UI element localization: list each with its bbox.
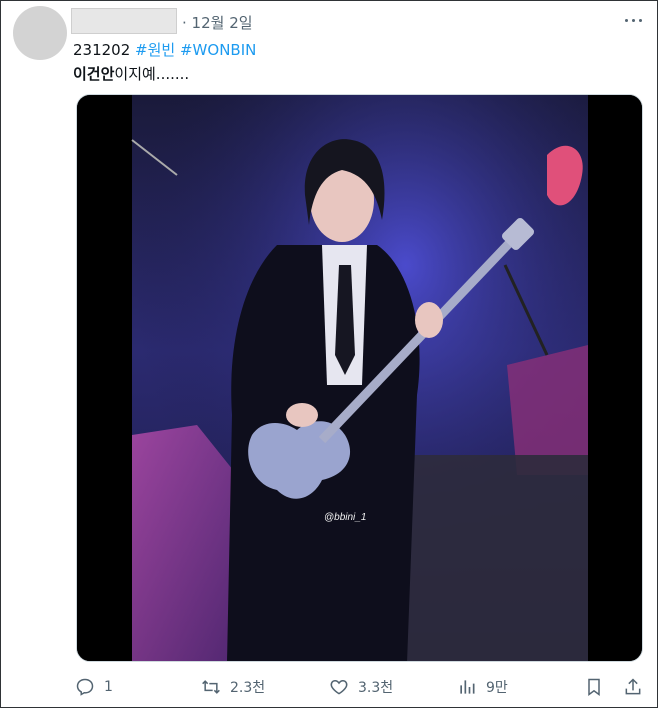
tweet-media-image[interactable]: @bbini_1 xyxy=(76,94,643,662)
reply-count: 1 xyxy=(104,679,113,695)
action-bar: 1 2.3천 3.3천 9만 xyxy=(1,673,658,703)
retweet-button[interactable]: 2.3천 xyxy=(201,673,265,701)
reply-icon xyxy=(76,678,94,696)
tweet-date[interactable]: · 12월 2일 xyxy=(182,12,253,33)
views-icon xyxy=(460,680,475,694)
share-icon xyxy=(625,678,641,695)
retweet-icon xyxy=(202,680,220,694)
hashtag-link[interactable]: #원빈 xyxy=(135,41,175,59)
share-button[interactable] xyxy=(623,673,643,701)
tweet-text-line2: 이건안이지예....... xyxy=(73,63,189,84)
concert-photo: @bbini_1 xyxy=(77,95,642,661)
hashtag-link[interactable]: #WONBIN xyxy=(180,41,256,59)
like-count: 3.3천 xyxy=(358,680,394,696)
avatar[interactable] xyxy=(13,6,67,60)
bookmark-button[interactable] xyxy=(584,673,604,701)
more-icon[interactable] xyxy=(623,9,645,31)
retweet-count: 2.3천 xyxy=(230,680,266,696)
tweet-text-rest: 이지예....... xyxy=(114,65,190,83)
views-count: 9만 xyxy=(486,680,508,696)
views-button[interactable]: 9만 xyxy=(457,673,508,701)
tweet-text-line1: 231202 #원빈 #WONBIN xyxy=(73,39,256,60)
redacted-username[interactable] xyxy=(71,8,177,34)
like-button[interactable]: 3.3천 xyxy=(329,673,393,701)
reply-button[interactable]: 1 xyxy=(75,673,113,701)
tweet-text-bold: 이건안 xyxy=(73,65,115,83)
tweet-card[interactable]: · 12월 2일 231202 #원빈 #WONBIN 이건안이지예......… xyxy=(0,0,658,708)
bookmark-icon xyxy=(588,678,600,696)
watermark-text: @bbini_1 xyxy=(324,512,366,523)
tweet-text-date: 231202 xyxy=(73,41,136,59)
like-icon xyxy=(330,679,348,695)
